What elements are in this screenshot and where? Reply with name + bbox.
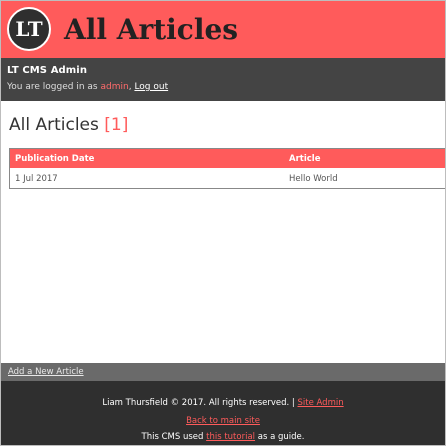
logout-link[interactable]: Log out — [134, 82, 168, 92]
tutorial-link[interactable]: this tutorial — [206, 432, 255, 442]
articles-heading-text: All Articles — [9, 115, 99, 135]
action-bar: Add a New Article — [1, 363, 445, 381]
copyright-text: Liam Thursfield © 2017. All rights reser… — [102, 398, 295, 408]
footer-back-line: Back to main site — [1, 416, 445, 426]
admin-bar-title: LT CMS Admin — [7, 65, 88, 76]
articles-count: [1] — [104, 115, 129, 135]
login-separator: , — [128, 82, 132, 92]
column-header-publication-date: Publication Date — [15, 154, 95, 164]
table-row[interactable]: 1 Jul 2017 Hello World — [10, 168, 445, 188]
page-frame: LT All Articles LT CMS Admin You are log… — [0, 0, 446, 446]
footer-copyright-line: Liam Thursfield © 2017. All rights reser… — [1, 398, 445, 408]
credit-prefix: This CMS used — [141, 432, 204, 442]
admin-bar: LT CMS Admin You are logged in as admin,… — [1, 58, 445, 101]
articles-heading: All Articles [1] — [9, 115, 128, 135]
row-publication-date: 1 Jul 2017 — [15, 174, 58, 184]
site-admin-link[interactable]: Site Admin — [298, 398, 344, 408]
table-header: Publication Date Article — [10, 149, 445, 168]
page-title: All Articles — [64, 13, 239, 46]
credit-suffix: as a guide. — [257, 432, 305, 442]
site-footer: Liam Thursfield © 2017. All rights reser… — [1, 381, 445, 445]
site-logo[interactable]: LT — [7, 7, 51, 51]
row-article-title[interactable]: Hello World — [289, 174, 338, 184]
add-article-link[interactable]: Add a New Article — [8, 367, 84, 377]
site-header: LT All Articles — [1, 1, 445, 58]
articles-table: Publication Date Article 1 Jul 2017 Hell… — [9, 148, 445, 189]
footer-credit-line: This CMS used this tutorial as a guide. — [1, 432, 445, 442]
column-header-article: Article — [289, 154, 321, 164]
username-link[interactable]: admin — [100, 82, 128, 92]
back-to-main-site-link[interactable]: Back to main site — [186, 416, 260, 426]
login-status-text: You are logged in as — [7, 82, 98, 92]
login-status: You are logged in as admin, Log out — [7, 82, 168, 92]
